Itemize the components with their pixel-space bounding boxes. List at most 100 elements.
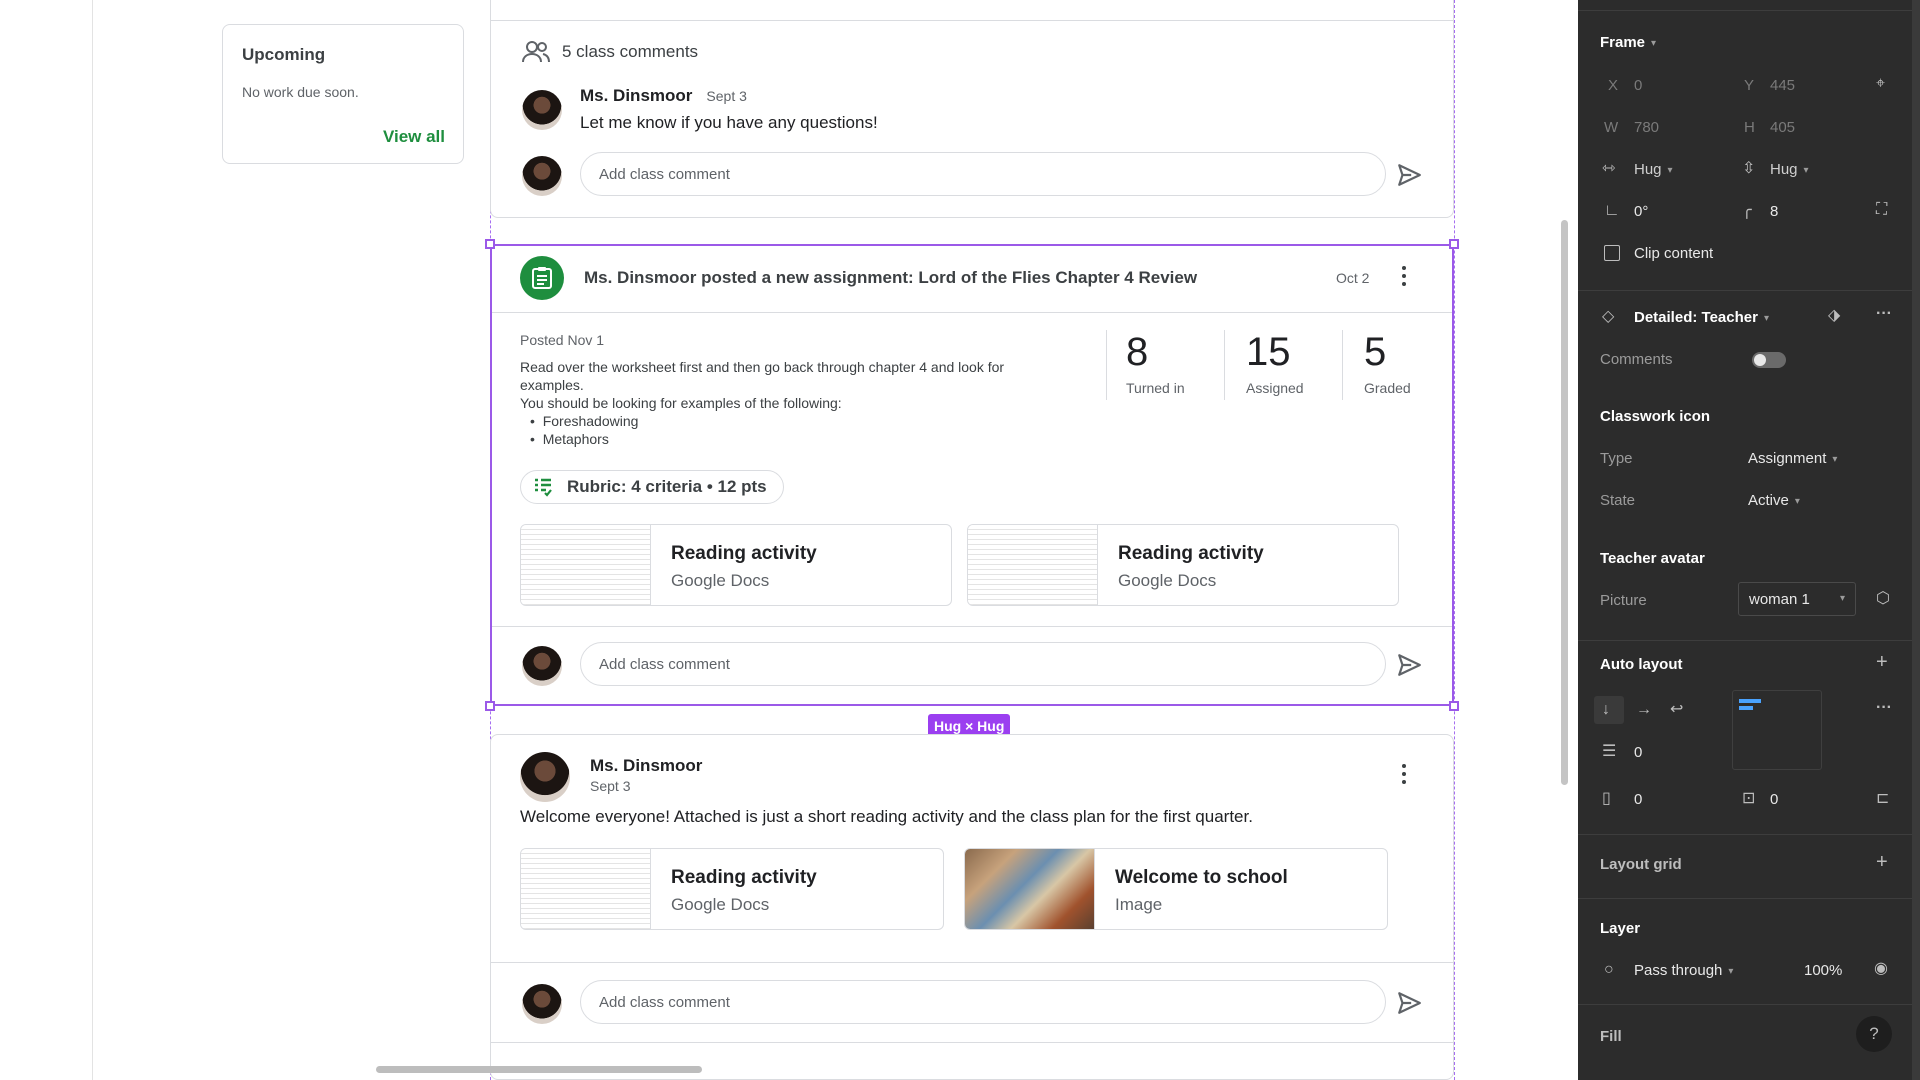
chevron-down-icon: ▾: [1651, 37, 1657, 49]
auto-layout-heading: Auto layout: [1600, 656, 1683, 673]
chevron-down-icon: ▾: [1728, 965, 1734, 977]
y-label: Y: [1744, 77, 1755, 94]
attachment-title: Welcome to school: [1115, 867, 1288, 888]
avatar: [522, 90, 562, 130]
frame-label: Frame: [1600, 34, 1646, 51]
add-comment-input[interactable]: Add class comment: [580, 980, 1386, 1024]
divider: [1578, 640, 1920, 641]
individual-padding-icon[interactable]: ⊏: [1876, 791, 1889, 807]
more-options-icon[interactable]: ···: [1876, 306, 1892, 322]
x-input[interactable]: 0: [1634, 77, 1642, 94]
alignment-indicator: [1739, 706, 1753, 710]
divider: [1578, 834, 1920, 835]
h-input[interactable]: 405: [1770, 119, 1795, 136]
w-input[interactable]: 780: [1634, 119, 1659, 136]
comments-toggle[interactable]: [1752, 352, 1786, 368]
clip-content-checkbox[interactable]: [1604, 245, 1620, 261]
resize-handle[interactable]: [485, 239, 495, 249]
resize-handle[interactable]: [485, 701, 495, 711]
more-options-icon[interactable]: [1402, 764, 1406, 786]
comment-text: Let me know if you have any questions!: [580, 113, 878, 132]
view-all-link[interactable]: View all: [383, 127, 445, 147]
h-label: H: [1744, 119, 1755, 136]
horizontal-resize-icon: ⇿: [1602, 160, 1616, 177]
add-icon[interactable]: +: [1876, 852, 1888, 872]
avatar: [520, 752, 570, 802]
comment-header: Ms. Dinsmoor Sept 3: [580, 86, 747, 106]
wrap-icon[interactable]: ↩: [1670, 702, 1683, 718]
divider: [1578, 1004, 1920, 1005]
attachment-card[interactable]: Welcome to school Image: [964, 848, 1388, 930]
width-mode-select[interactable]: Hug ▾: [1634, 161, 1673, 178]
vertical-padding-icon: ⊡: [1742, 790, 1756, 807]
alignment-grid[interactable]: [1732, 690, 1822, 770]
divider: [490, 20, 1454, 21]
height-mode-select[interactable]: Hug ▾: [1770, 161, 1809, 178]
state-label: State: [1600, 492, 1636, 509]
resize-handle[interactable]: [1449, 239, 1459, 249]
resize-handle[interactable]: [1449, 701, 1459, 711]
comments-count: 5 class comments: [562, 42, 699, 61]
radius-input[interactable]: 8: [1770, 203, 1778, 220]
picture-select[interactable]: woman 1 ▾: [1738, 582, 1856, 616]
type-label: Type: [1600, 450, 1633, 467]
blend-mode-select[interactable]: Pass through ▾: [1634, 962, 1733, 979]
help-button[interactable]: ?: [1856, 1016, 1892, 1052]
eye-icon[interactable]: ◉: [1874, 961, 1888, 977]
chevron-down-icon: ▾: [1667, 164, 1673, 176]
avatar: [522, 156, 562, 196]
opacity-input[interactable]: 100%: [1804, 962, 1842, 979]
picture-label: Picture: [1600, 592, 1647, 609]
comments-summary[interactable]: 5 class comments: [522, 40, 698, 64]
classwork-icon-heading: Classwork icon: [1600, 408, 1711, 425]
clip-content-label: Clip content: [1634, 245, 1714, 262]
spacing-input[interactable]: 0: [1634, 744, 1642, 761]
blend-mode-value: Pass through: [1634, 962, 1723, 979]
design-canvas[interactable]: Upcoming No work due soon. View all 5 cl…: [0, 0, 1578, 1080]
blend-mode-icon: ○: [1604, 961, 1614, 978]
upcoming-title: Upcoming: [242, 45, 326, 64]
attachment-type: Image: [1115, 895, 1163, 914]
add-comment-input[interactable]: Add class comment: [580, 152, 1386, 196]
post-text: Welcome everyone! Attached is just a sho…: [520, 807, 1253, 826]
detach-instance-icon[interactable]: ⬗: [1828, 308, 1840, 324]
component-icon: ◇: [1602, 308, 1615, 325]
y-input[interactable]: 445: [1770, 77, 1795, 94]
comment-author: Ms. Dinsmoor: [580, 86, 693, 105]
vertical-padding-input[interactable]: 0: [1770, 791, 1778, 808]
instance-swap-icon[interactable]: ⬡: [1876, 591, 1890, 607]
constraints-icon[interactable]: ⌖: [1876, 76, 1885, 92]
more-options-icon[interactable]: ···: [1876, 700, 1892, 716]
send-icon[interactable]: [1396, 162, 1422, 188]
upcoming-subtitle: No work due soon.: [242, 84, 359, 100]
arrow-down-icon: ↓: [1602, 701, 1610, 718]
vertical-scrollbar[interactable]: [1561, 220, 1568, 785]
w-label: W: [1604, 119, 1619, 136]
divider: [1578, 290, 1920, 291]
type-select[interactable]: Assignment ▾: [1748, 450, 1837, 467]
horizontal-padding-input[interactable]: 0: [1634, 791, 1642, 808]
send-icon[interactable]: [1396, 990, 1422, 1016]
divider: [1578, 10, 1920, 11]
layout-grid-heading: Layout grid: [1600, 856, 1682, 873]
state-value: Active: [1748, 492, 1789, 509]
post-date: Sept 3: [590, 778, 631, 794]
layer-heading: Layer: [1600, 920, 1641, 937]
post-author: Ms. Dinsmoor: [590, 756, 703, 775]
teacher-avatar-heading: Teacher avatar: [1600, 550, 1705, 567]
independent-corners-icon[interactable]: ⛶: [1876, 202, 1887, 218]
canvas-guide: [92, 0, 93, 1080]
component-select[interactable]: Detailed: Teacher ▾: [1634, 309, 1769, 326]
add-icon[interactable]: +: [1876, 652, 1888, 672]
horizontal-scrollbar[interactable]: [376, 1066, 702, 1073]
attachment-title: Reading activity: [671, 867, 817, 888]
arrow-right-icon[interactable]: →: [1636, 702, 1652, 718]
image-thumbnail: [965, 849, 1095, 929]
frame-heading[interactable]: Frame ▾: [1600, 34, 1656, 51]
state-select[interactable]: Active ▾: [1748, 492, 1800, 509]
attachment-card[interactable]: Reading activity Google Docs: [520, 848, 944, 930]
rotation-input[interactable]: 0°: [1634, 203, 1648, 220]
panel-scrollbar[interactable]: [1912, 0, 1920, 1080]
picture-value: woman 1: [1749, 591, 1810, 608]
attachment-type: Google Docs: [671, 895, 770, 914]
